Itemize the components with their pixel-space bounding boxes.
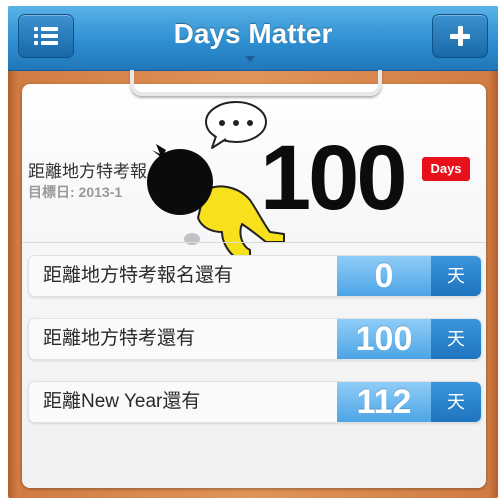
event-unit: 天	[431, 256, 481, 296]
page-title: Days Matter	[173, 18, 333, 49]
event-label: 距離New Year還有	[43, 391, 201, 412]
app-screen: Days Matter 距離地方特考報 目標日: 2013-1 100 Days…	[8, 6, 498, 498]
app-frame: Days Matter 距離地方特考報 目標日: 2013-1 100 Days…	[0, 0, 504, 504]
event-row[interactable]: 距離地方特考還有 100 天	[28, 318, 482, 360]
event-unit: 天	[431, 319, 481, 359]
event-row[interactable]: 距離地方特考報名還有 0 天	[28, 255, 482, 297]
plus-icon	[433, 15, 487, 57]
title-dropdown-indicator	[245, 56, 255, 62]
event-row[interactable]: 距離New Year還有 112 天	[28, 381, 482, 423]
navigation-bar: Days Matter	[8, 6, 498, 71]
add-event-button[interactable]	[432, 14, 488, 58]
section-divider	[22, 242, 486, 243]
featured-event-title: 距離地方特考報	[28, 162, 147, 181]
featured-target-date: 目標日: 2013-1	[28, 184, 123, 200]
event-label: 距離地方特考報名還有	[43, 265, 234, 286]
clipboard-clip	[130, 70, 382, 96]
event-label: 距離地方特考還有	[43, 328, 196, 349]
event-day-count: 100	[337, 319, 431, 359]
featured-day-count: 100	[260, 127, 407, 229]
days-badge: Days	[422, 157, 470, 181]
thought-bubble-icon	[205, 101, 267, 149]
event-day-count: 0	[337, 256, 431, 296]
event-unit: 天	[431, 382, 481, 422]
event-day-count: 112	[337, 382, 431, 422]
